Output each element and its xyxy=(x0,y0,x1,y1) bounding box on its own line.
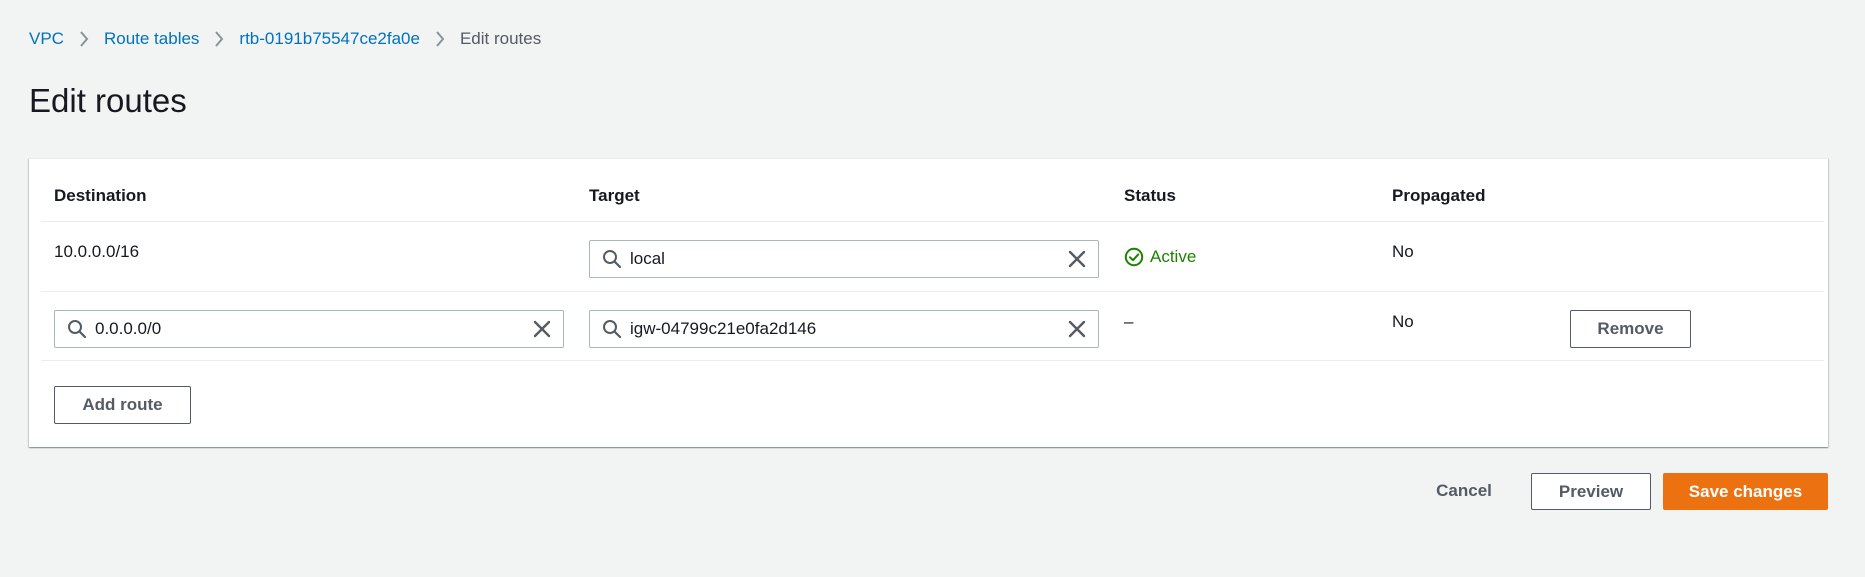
propagated-value: No xyxy=(1392,242,1414,261)
save-changes-button[interactable]: Save changes xyxy=(1663,473,1828,510)
target-input[interactable]: local xyxy=(589,240,1099,278)
target-input[interactable]: igw-04799c21e0fa2d146 xyxy=(589,310,1099,348)
search-icon xyxy=(67,319,87,339)
row-divider xyxy=(41,360,1824,361)
target-input-value[interactable]: local xyxy=(630,248,1066,270)
destination-value: 10.0.0.0/16 xyxy=(54,242,140,261)
page: VPC Route tables rtb-0191b75547ce2fa0e E… xyxy=(0,0,1865,577)
row-divider xyxy=(41,291,1824,292)
routes-container: Destination Target Status Propagated 10.… xyxy=(29,158,1828,447)
header-divider xyxy=(41,221,1824,222)
chevron-right-icon xyxy=(212,28,226,50)
cancel-button[interactable]: Cancel xyxy=(1420,472,1508,510)
preview-button[interactable]: Preview xyxy=(1531,473,1651,510)
breadcrumb-vpc-link[interactable]: VPC xyxy=(29,28,64,50)
column-header-status: Status xyxy=(1124,186,1176,205)
close-icon[interactable] xyxy=(531,318,553,340)
search-icon xyxy=(602,319,622,339)
column-header-target: Target xyxy=(589,186,640,205)
add-route-button[interactable]: Add route xyxy=(54,386,191,424)
breadcrumb-route-table-id-link[interactable]: rtb-0191b75547ce2fa0e xyxy=(239,28,420,50)
chevron-right-icon xyxy=(77,28,91,50)
check-circle-icon xyxy=(1124,247,1144,267)
page-title: Edit routes xyxy=(29,82,187,119)
propagated-value: No xyxy=(1392,312,1414,331)
close-icon[interactable] xyxy=(1066,248,1088,270)
status-badge: Active xyxy=(1124,247,1196,267)
column-header-propagated: Propagated xyxy=(1392,186,1486,205)
breadcrumb-current: Edit routes xyxy=(459,29,542,48)
destination-input[interactable]: 0.0.0.0/0 xyxy=(54,310,564,348)
status-value: – xyxy=(1124,312,1134,331)
destination-input-value[interactable]: 0.0.0.0/0 xyxy=(95,318,531,340)
search-icon xyxy=(602,249,622,269)
target-input-value[interactable]: igw-04799c21e0fa2d146 xyxy=(630,318,1066,340)
remove-route-button[interactable]: Remove xyxy=(1570,310,1691,348)
breadcrumb: VPC Route tables rtb-0191b75547ce2fa0e E… xyxy=(29,28,541,50)
close-icon[interactable] xyxy=(1066,318,1088,340)
column-header-destination: Destination xyxy=(54,186,147,205)
chevron-right-icon xyxy=(433,28,447,50)
status-label: Active xyxy=(1150,247,1197,266)
breadcrumb-route-tables-link[interactable]: Route tables xyxy=(104,28,199,50)
